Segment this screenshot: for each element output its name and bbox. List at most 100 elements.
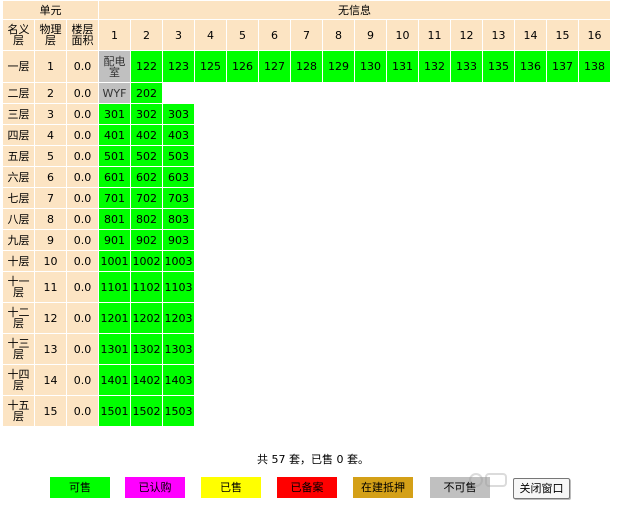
empty-cell — [419, 251, 450, 271]
room-cell[interactable]: 602 — [131, 167, 162, 187]
room-cell[interactable]: 1202 — [131, 303, 162, 333]
room-cell[interactable]: 1502 — [131, 396, 162, 426]
empty-cell — [323, 334, 354, 364]
empty-cell — [579, 104, 610, 124]
room-cell[interactable]: 127 — [259, 51, 290, 82]
empty-cell — [323, 396, 354, 426]
empty-cell — [547, 209, 578, 229]
empty-cell — [227, 334, 258, 364]
room-cell[interactable]: 303 — [163, 104, 194, 124]
room-cell[interactable]: 135 — [483, 51, 514, 82]
room-cell[interactable]: 603 — [163, 167, 194, 187]
room-cell[interactable]: 136 — [515, 51, 546, 82]
empty-cell — [547, 125, 578, 145]
empty-cell — [387, 230, 418, 250]
empty-cell — [387, 104, 418, 124]
header-row-columns: 名义层 物理层 楼层面积 1 2 3 4 5 6 7 8 9 10 11 12 13 14 15 16 — [3, 20, 610, 50]
floor-area-cell: 0.0 — [67, 125, 98, 145]
empty-cell — [515, 146, 546, 166]
unit-label: 单元 — [3, 1, 98, 19]
room-cell[interactable]: 601 — [99, 167, 130, 187]
room-cell[interactable]: 1503 — [163, 396, 194, 426]
room-cell[interactable]: 401 — [99, 125, 130, 145]
empty-cell — [419, 104, 450, 124]
room-cell[interactable]: 202 — [131, 83, 162, 103]
col-header-physical-floor: 物理层 — [35, 20, 66, 50]
physical-floor-cell: 6 — [35, 167, 66, 187]
room-cell[interactable]: 703 — [163, 188, 194, 208]
room-cell[interactable]: 1501 — [99, 396, 130, 426]
empty-cell — [323, 251, 354, 271]
room-cell[interactable]: 901 — [99, 230, 130, 250]
room-cell[interactable]: 1201 — [99, 303, 130, 333]
room-cell[interactable]: 801 — [99, 209, 130, 229]
room-cell[interactable]: 1403 — [163, 365, 194, 395]
empty-cell — [323, 188, 354, 208]
room-cell[interactable]: 137 — [547, 51, 578, 82]
room-cell[interactable]: 132 — [419, 51, 450, 82]
room-cell[interactable]: 503 — [163, 146, 194, 166]
room-cell[interactable]: 403 — [163, 125, 194, 145]
empty-cell — [355, 188, 386, 208]
empty-cell — [195, 303, 226, 333]
empty-cell — [227, 230, 258, 250]
empty-cell — [195, 188, 226, 208]
room-cell[interactable]: 1103 — [163, 272, 194, 302]
room-cell[interactable]: 123 — [163, 51, 194, 82]
floor-area-cell: 0.0 — [67, 167, 98, 187]
empty-cell — [483, 188, 514, 208]
room-cell[interactable]: 1001 — [99, 251, 130, 271]
room-cell[interactable]: 1003 — [163, 251, 194, 271]
room-cell[interactable]: WYF — [99, 83, 130, 103]
room-cell[interactable]: 802 — [131, 209, 162, 229]
room-cell[interactable]: 1303 — [163, 334, 194, 364]
room-cell[interactable]: 128 — [291, 51, 322, 82]
empty-cell — [323, 272, 354, 302]
floor-room-grid: 单元 无信息 名义层 物理层 楼层面积 1 2 3 4 5 6 7 8 9 10 11 12 13 14 1… — [2, 0, 611, 427]
room-cell[interactable]: 129 — [323, 51, 354, 82]
room-cell[interactable]: 1301 — [99, 334, 130, 364]
room-cell[interactable]: 1302 — [131, 334, 162, 364]
room-cell[interactable]: 701 — [99, 188, 130, 208]
room-column-header: 7 — [291, 20, 322, 50]
room-cell[interactable]: 1002 — [131, 251, 162, 271]
room-cell[interactable]: 1402 — [131, 365, 162, 395]
room-cell[interactable]: 301 — [99, 104, 130, 124]
room-cell[interactable]: 803 — [163, 209, 194, 229]
floor-row: 六层 6 0.0 601 602 603 — [3, 167, 610, 187]
room-cell[interactable]: 131 — [387, 51, 418, 82]
empty-cell — [195, 334, 226, 364]
empty-cell — [227, 146, 258, 166]
empty-cell — [259, 396, 290, 426]
empty-cell — [483, 365, 514, 395]
room-cell[interactable]: 125 — [195, 51, 226, 82]
empty-cell — [355, 146, 386, 166]
room-cell[interactable]: 402 — [131, 125, 162, 145]
room-cell[interactable]: 902 — [131, 230, 162, 250]
room-cell[interactable]: 配电室 — [99, 51, 130, 82]
room-cell[interactable]: 122 — [131, 51, 162, 82]
room-cell[interactable]: 126 — [227, 51, 258, 82]
empty-cell — [355, 251, 386, 271]
room-cell[interactable]: 302 — [131, 104, 162, 124]
empty-cell — [515, 104, 546, 124]
empty-cell — [355, 396, 386, 426]
room-cell[interactable]: 1101 — [99, 272, 130, 302]
room-cell[interactable]: 502 — [131, 146, 162, 166]
empty-cell — [547, 146, 578, 166]
room-cell[interactable]: 130 — [355, 51, 386, 82]
room-cell[interactable]: 903 — [163, 230, 194, 250]
room-cell[interactable]: 1203 — [163, 303, 194, 333]
room-cell[interactable]: 1102 — [131, 272, 162, 302]
empty-cell — [163, 83, 194, 103]
room-cell[interactable]: 501 — [99, 146, 130, 166]
close-window-button[interactable]: 关闭窗口 — [513, 478, 570, 499]
room-cell[interactable]: 1401 — [99, 365, 130, 395]
empty-cell — [259, 209, 290, 229]
empty-cell — [451, 167, 482, 187]
room-cell[interactable]: 133 — [451, 51, 482, 82]
room-cell[interactable]: 138 — [579, 51, 610, 82]
room-cell[interactable]: 702 — [131, 188, 162, 208]
empty-cell — [227, 125, 258, 145]
empty-cell — [515, 303, 546, 333]
